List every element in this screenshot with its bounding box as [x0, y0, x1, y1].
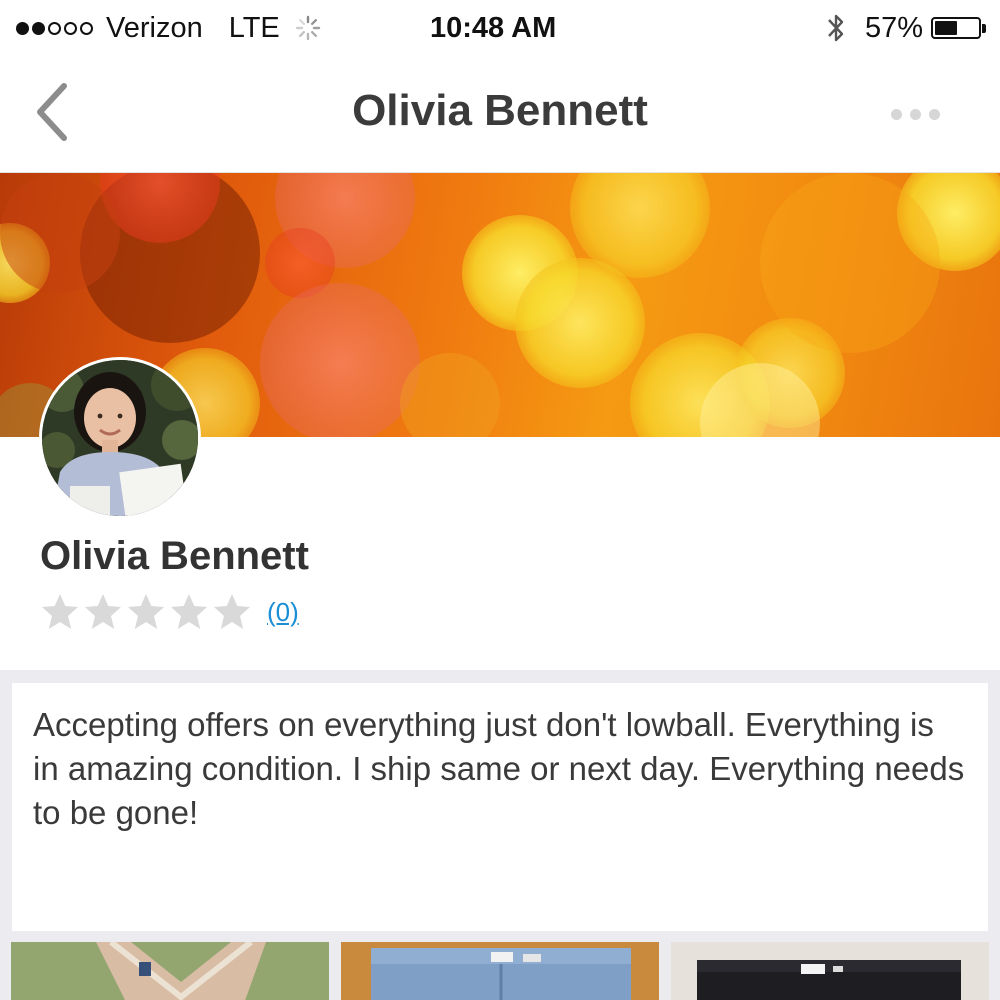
navigation-bar: Olivia Bennett	[0, 56, 1000, 173]
avatar[interactable]	[39, 357, 201, 519]
star-icon	[171, 594, 207, 629]
review-count-link[interactable]: (0)	[267, 597, 299, 628]
status-left: Verizon LTE	[16, 8, 322, 48]
battery-level-fill	[935, 21, 958, 35]
ellipsis-icon	[891, 108, 902, 120]
black-jeans-photo	[671, 942, 989, 1000]
back-button[interactable]	[26, 78, 86, 148]
bio-card: Accepting offers on everything just don'…	[12, 683, 988, 931]
profile-screen: Verizon LTE 10:48 AM 57% Olivia Bennett …	[0, 0, 1000, 1000]
beige-lace-top-photo	[11, 942, 329, 1000]
star-icon	[85, 594, 121, 629]
ellipsis-dot	[910, 108, 921, 120]
listing-thumbnail[interactable]	[671, 942, 989, 1000]
profile-name: Olivia Bennett	[40, 534, 309, 578]
status-right: 57%	[825, 8, 986, 48]
battery-icon	[931, 17, 981, 39]
rating: (0)	[40, 591, 299, 633]
listing-thumbnail[interactable]	[341, 942, 659, 1000]
bluetooth-icon	[828, 14, 844, 42]
network-type: LTE	[228, 11, 280, 44]
activity-spinner-icon	[295, 15, 320, 41]
battery-tip	[982, 23, 986, 33]
signal-dots-icon	[16, 21, 96, 35]
nav-title: Olivia Bennett	[352, 86, 648, 135]
star-icon	[128, 594, 164, 629]
carrier-name: Verizon	[106, 11, 203, 44]
bio-text: Accepting offers on everything just don'…	[33, 706, 965, 831]
chevron-left-icon	[37, 83, 67, 141]
denim-jeans-photo	[341, 942, 659, 1000]
listing-thumbnail[interactable]	[11, 942, 329, 1000]
star-icon	[42, 594, 78, 629]
profile-photo	[42, 360, 198, 516]
ellipsis-dot	[929, 108, 940, 120]
status-time: 10:48 AM	[430, 12, 557, 44]
more-options-button[interactable]	[883, 104, 940, 124]
battery-percent: 57%	[864, 11, 923, 44]
status-bar: Verizon LTE 10:48 AM 57%	[0, 0, 1000, 56]
star-icon	[214, 594, 250, 629]
